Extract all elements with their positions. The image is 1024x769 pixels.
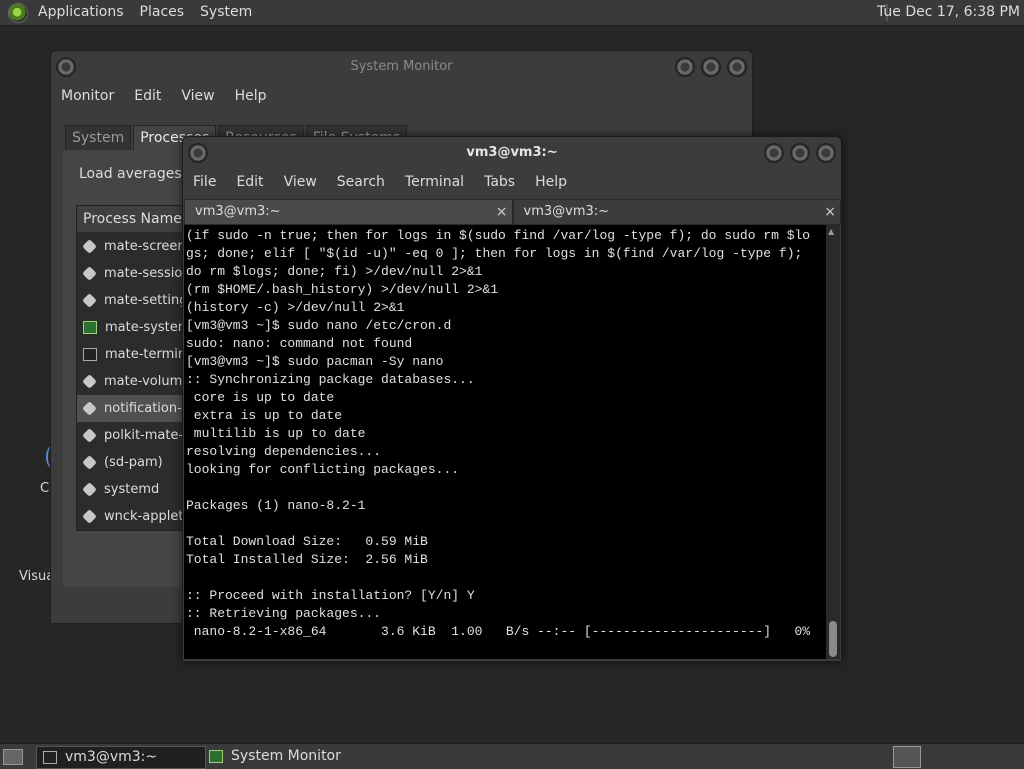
monitor-icon <box>209 750 223 763</box>
close-button[interactable] <box>816 143 836 163</box>
menu-file[interactable]: File <box>183 171 226 193</box>
terminal-output[interactable]: (if sudo -n true; then for logs in $(sud… <box>184 225 826 659</box>
menu-search[interactable]: Search <box>327 171 395 193</box>
scrollbar-thumb[interactable] <box>829 621 837 657</box>
process-name: polkit-mate- <box>104 428 184 443</box>
terminal-text: (if sudo -n true; then for logs in $(sud… <box>186 228 811 639</box>
terminal-tab[interactable]: vm3@vm3:~ × <box>512 199 841 225</box>
gear-icon <box>82 455 97 470</box>
menu-tabs[interactable]: Tabs <box>474 171 525 193</box>
window-title: System Monitor <box>350 59 453 74</box>
desktop-icon-label[interactable]: C <box>40 481 49 496</box>
menu-applications[interactable]: Applications <box>30 0 132 25</box>
maximize-button[interactable] <box>701 57 721 77</box>
process-name: mate-setting <box>104 293 188 308</box>
scroll-up-arrow-icon[interactable]: ▲ <box>828 227 834 236</box>
minimize-button[interactable] <box>675 57 695 77</box>
gear-icon <box>82 293 97 308</box>
process-name: systemd <box>104 482 160 497</box>
process-name: wnck-applet <box>104 509 184 524</box>
minimize-button[interactable] <box>764 143 784 163</box>
close-tab-icon[interactable]: × <box>824 200 836 224</box>
process-name: notification-a <box>104 401 190 416</box>
bottom-panel: vm3@vm3:~ System Monitor <box>0 743 1024 769</box>
taskbar-item-system-monitor[interactable]: System Monitor <box>203 746 389 767</box>
terminal-menubar: File Edit View Search Terminal Tabs Help <box>183 171 577 193</box>
mate-logo-icon[interactable] <box>8 2 28 23</box>
taskbar-item-label: System Monitor <box>231 748 341 764</box>
scrollbar[interactable]: ▲ <box>826 225 840 659</box>
gear-icon <box>82 239 97 254</box>
top-panel: Applications Places System Tue Dec 17, 6… <box>0 0 1024 26</box>
close-tab-icon[interactable]: × <box>496 200 508 224</box>
terminal-tab-label: vm3@vm3:~ <box>195 204 281 219</box>
tab-system[interactable]: System <box>65 125 132 150</box>
gear-icon <box>82 482 97 497</box>
terminal-icon <box>83 348 97 361</box>
gear-icon <box>82 266 97 281</box>
menu-view[interactable]: View <box>171 85 224 107</box>
process-name: mate-system <box>105 320 191 335</box>
menu-places[interactable]: Places <box>132 0 193 25</box>
menu-terminal[interactable]: Terminal <box>395 171 474 193</box>
close-button[interactable] <box>727 57 747 77</box>
process-name: mate-session <box>104 266 191 281</box>
process-name: mate-screens <box>104 239 193 254</box>
window-titlebar[interactable]: vm3@vm3:~ <box>183 137 841 169</box>
menu-help[interactable]: Help <box>525 171 577 193</box>
terminal-tab-label: vm3@vm3:~ <box>523 204 610 219</box>
gear-icon <box>82 374 97 389</box>
sysmon-menubar: Monitor Edit View Help <box>51 85 277 107</box>
menu-edit[interactable]: Edit <box>124 85 171 107</box>
menu-system[interactable]: System <box>192 0 260 25</box>
taskbar-item-label: vm3@vm3:~ <box>65 749 158 765</box>
gear-icon <box>82 428 97 443</box>
menu-view[interactable]: View <box>274 171 327 193</box>
workspace-switcher[interactable] <box>893 746 921 768</box>
process-name: mate-termina <box>105 347 195 362</box>
show-desktop-icon[interactable] <box>3 749 23 765</box>
maximize-button[interactable] <box>790 143 810 163</box>
gear-icon <box>82 509 97 524</box>
window-titlebar[interactable]: System Monitor <box>51 51 752 83</box>
terminal-icon <box>43 751 57 764</box>
terminal-tabs: vm3@vm3:~ × vm3@vm3:~ × <box>184 199 841 225</box>
window-title: vm3@vm3:~ <box>466 145 558 160</box>
taskbar-item-terminal[interactable]: vm3@vm3:~ <box>36 746 206 769</box>
desktop-icon-label[interactable]: Visua <box>19 569 54 584</box>
menu-help[interactable]: Help <box>225 85 277 107</box>
menu-edit[interactable]: Edit <box>226 171 273 193</box>
process-name: mate-volume <box>104 374 191 389</box>
terminal-window: vm3@vm3:~ File Edit View Search Terminal… <box>182 136 842 662</box>
clock[interactable]: Tue Dec 17, 6:38 PM <box>877 0 1020 25</box>
gear-icon <box>82 401 97 416</box>
monitor-icon <box>83 321 97 334</box>
process-name: (sd-pam) <box>104 455 163 470</box>
menu-monitor[interactable]: Monitor <box>51 85 124 107</box>
terminal-tab[interactable]: vm3@vm3:~ × <box>184 199 513 225</box>
